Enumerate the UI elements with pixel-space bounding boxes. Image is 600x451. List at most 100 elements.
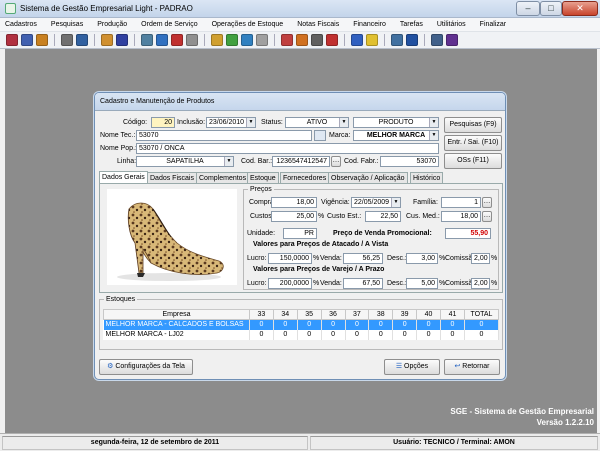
folder-icon[interactable]	[211, 34, 223, 46]
marca-select[interactable]: MELHOR MARCA ▼	[353, 130, 439, 141]
oss-button[interactable]: OSs (F11)	[444, 153, 502, 169]
codigo-field[interactable]: 20	[151, 117, 175, 128]
entr-sai-button[interactable]: Entr. / Sai. (F10)	[444, 135, 502, 151]
note-icon[interactable]	[366, 34, 378, 46]
book-icon[interactable]	[76, 34, 88, 46]
keyboard-icon[interactable]	[314, 130, 326, 141]
col-header[interactable]: 36	[320, 309, 346, 320]
menu-item-4[interactable]: Operações de Estoque	[212, 18, 284, 31]
table-row[interactable]: MELHOR MARCA - LJ02 0 0 0 0 0 0 0 0 0 0	[103, 329, 499, 340]
exit-icon[interactable]	[446, 34, 458, 46]
varejo-lucro-field[interactable]: 200,0000	[268, 278, 312, 289]
maximize-button[interactable]: □	[540, 1, 562, 16]
col-header[interactable]: 34	[272, 309, 298, 320]
toolbar-separator	[344, 34, 345, 46]
col-header[interactable]: 40	[416, 309, 441, 320]
screen-icon[interactable]	[141, 34, 153, 46]
dropdown-arrow-icon[interactable]: ▼	[224, 157, 233, 166]
menu-item-3[interactable]: Ordem de Serviço	[141, 18, 197, 31]
col-header[interactable]: 39	[392, 309, 418, 320]
cash-icon[interactable]	[296, 34, 308, 46]
calculator-icon[interactable]	[311, 34, 323, 46]
promo-field[interactable]: 55,90	[445, 228, 491, 239]
atacado-venda-field[interactable]: 56,25	[343, 253, 383, 264]
table-row[interactable]: MELHOR MARCA - CALCADOS E BOLSAS 0 0 0 0 0 0 0 0…	[103, 319, 499, 330]
cus-med-more-button[interactable]: …	[482, 211, 492, 222]
users-icon[interactable]	[431, 34, 443, 46]
varejo-lucro-label: Lucro:	[247, 280, 267, 287]
varejo-comissao-field[interactable]: 2,00	[471, 278, 490, 289]
dropdown-arrow-icon[interactable]: ▼	[339, 118, 348, 127]
col-header[interactable]: 38	[368, 309, 394, 320]
col-header[interactable]: 41	[440, 309, 465, 320]
dropdown-arrow-icon[interactable]: ▼	[391, 198, 400, 207]
linha-select[interactable]: SAPATILHA ▼	[136, 156, 234, 167]
varejo-desc-field[interactable]: 5,00	[406, 278, 438, 289]
pesquisas-button[interactable]: Pesquisas (F9)	[444, 117, 502, 133]
truck-icon[interactable]	[281, 34, 293, 46]
minimize-button[interactable]: –	[516, 1, 540, 16]
cube-blue-icon[interactable]	[156, 34, 168, 46]
atacado-lucro-field[interactable]: 150,0000	[268, 253, 312, 264]
varejo-venda-field[interactable]: 67,50	[343, 278, 383, 289]
col-header[interactable]: TOTAL	[464, 309, 499, 320]
menu-item-0[interactable]: Cadastros	[5, 18, 37, 31]
tipo-select[interactable]: PRODUTO ▼	[353, 117, 439, 128]
qty-cell: 0	[249, 329, 274, 340]
cus-med-field[interactable]: 18,00	[441, 211, 481, 222]
calendar-icon[interactable]	[351, 34, 363, 46]
col-header[interactable]: 35	[296, 309, 322, 320]
dropdown-arrow-icon[interactable]: ▼	[429, 118, 438, 127]
people-icon[interactable]	[21, 34, 33, 46]
inclusao-field[interactable]: 23/06/2010 ▼	[206, 117, 256, 128]
atacado-comissao-field[interactable]: 2,00	[471, 253, 490, 264]
globe-icon[interactable]	[241, 34, 253, 46]
status-select[interactable]: ATIVO ▼	[285, 117, 349, 128]
computer-icon[interactable]	[391, 34, 403, 46]
dropdown-arrow-icon[interactable]: ▼	[246, 118, 255, 127]
custos-field[interactable]: 25,00	[271, 211, 317, 222]
nome-pop-field[interactable]: 53070 / ONCA	[136, 143, 439, 154]
menu-item-1[interactable]: Pesquisas	[51, 18, 83, 31]
col-header[interactable]: 37	[344, 309, 370, 320]
document-icon[interactable]	[186, 34, 198, 46]
col-header[interactable]: 33	[249, 309, 274, 320]
nome-tec-field[interactable]: 53070	[136, 130, 312, 141]
compra-field[interactable]: 18,00	[271, 197, 317, 208]
opcoes-button[interactable]: ☰ Opções	[384, 359, 440, 375]
chart-icon[interactable]	[326, 34, 338, 46]
pen-icon[interactable]	[116, 34, 128, 46]
varejo-pct-1: %	[313, 280, 320, 287]
cod-fabr-field[interactable]: 53070	[380, 156, 439, 167]
menu-item-5[interactable]: Notas Fiscais	[297, 18, 339, 31]
toolbar-separator	[94, 34, 95, 46]
atacado-desc-field[interactable]: 3,00	[406, 253, 438, 264]
menu-item-9[interactable]: Finalizar	[480, 18, 506, 31]
notes-icon[interactable]	[256, 34, 268, 46]
menu-item-7[interactable]: Tarefas	[400, 18, 423, 31]
custo-est-field[interactable]: 22,50	[365, 211, 401, 222]
glasses-icon[interactable]	[61, 34, 73, 46]
cube-icon[interactable]	[101, 34, 113, 46]
menu-item-2[interactable]: Produção	[97, 18, 127, 31]
report-icon[interactable]	[6, 34, 18, 46]
cod-bar-field[interactable]: 1236547412547	[272, 156, 330, 167]
box-icon[interactable]	[36, 34, 48, 46]
tag-icon[interactable]	[171, 34, 183, 46]
money-icon[interactable]	[226, 34, 238, 46]
qty-cell: 0	[321, 329, 346, 340]
menu-item-8[interactable]: Utilitários	[437, 18, 466, 31]
dropdown-arrow-icon[interactable]: ▼	[429, 131, 438, 140]
unidade-field[interactable]: PR	[283, 228, 317, 239]
product-image	[107, 189, 237, 285]
col-header[interactable]: Empresa	[103, 309, 250, 320]
config-tela-button[interactable]: ⚙ Configurações da Tela	[99, 359, 193, 375]
menu-item-6[interactable]: Financeiro	[353, 18, 386, 31]
retornar-button[interactable]: ↩ Retornar	[444, 359, 500, 375]
cod-bar-more-button[interactable]: …	[331, 156, 341, 167]
familia-field[interactable]: 1	[441, 197, 481, 208]
vigencia-field[interactable]: 22/05/2009 ▼	[351, 197, 401, 208]
familia-more-button[interactable]: …	[482, 197, 492, 208]
shield-icon[interactable]	[406, 34, 418, 46]
close-button[interactable]: ✕	[562, 1, 598, 16]
